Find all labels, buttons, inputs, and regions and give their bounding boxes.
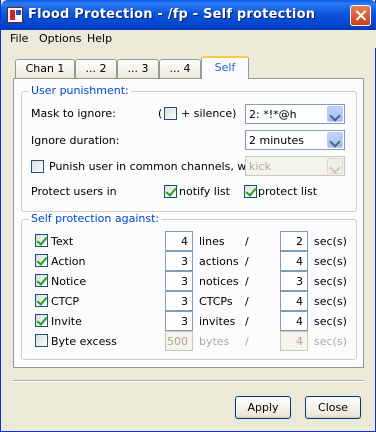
invite-checkbox[interactable]: [35, 314, 48, 327]
invite-unit: invites: [199, 315, 236, 328]
text-count-input[interactable]: 4: [165, 231, 193, 251]
byte-excess-checkbox[interactable]: [35, 334, 48, 347]
close-window-button[interactable]: [350, 5, 371, 26]
punish-select[interactable]: kick: [245, 156, 345, 176]
menu-file[interactable]: File: [10, 32, 28, 45]
tab-chan-2[interactable]: ... 2: [75, 59, 117, 79]
protect-users-label: Protect users in: [31, 185, 117, 198]
notice-secs-input[interactable]: 3: [280, 271, 308, 291]
invite-count-input[interactable]: 3: [165, 311, 193, 331]
protect-list-checkbox[interactable]: [244, 185, 257, 198]
action-unit: actions: [199, 255, 239, 268]
action-slash: /: [245, 255, 249, 268]
ctcp-count-input[interactable]: 3: [165, 291, 193, 311]
action-count-input[interactable]: 3: [165, 251, 193, 271]
title-bar[interactable]: Flood Protection - /fp - Self protection: [1, 0, 376, 30]
byte-excess-unit: bytes: [199, 335, 230, 348]
ctcp-label: CTCP: [51, 295, 80, 308]
tab-chan-3[interactable]: ... 3: [117, 59, 159, 79]
ctcp-slash: /: [245, 295, 249, 308]
protect-list-label: protect list: [258, 185, 318, 198]
byte-excess-sec-label: sec(s): [314, 335, 347, 348]
notice-sec-label: sec(s): [314, 275, 347, 288]
invite-secs-input[interactable]: 4: [280, 311, 308, 331]
text-secs-input[interactable]: 2: [280, 231, 308, 251]
notify-list-checkbox[interactable]: [164, 185, 177, 198]
notice-count-input[interactable]: 3: [165, 271, 193, 291]
app-icon: [7, 7, 23, 23]
text-checkbox[interactable]: [35, 234, 48, 247]
text-slash: /: [245, 235, 249, 248]
close-button[interactable]: Close: [305, 396, 361, 419]
menu-bar: File Options Help: [2, 30, 376, 48]
tab-chan-1[interactable]: Chan 1: [15, 59, 75, 79]
divider: [13, 380, 364, 382]
byte-excess-secs-input[interactable]: 4: [280, 331, 308, 351]
invite-sec-label: sec(s): [314, 315, 347, 328]
duration-label: Ignore duration:: [31, 134, 120, 147]
user-punishment-label: User punishment:: [29, 84, 131, 97]
silence-label: + silence): [181, 107, 237, 120]
ctcp-sec-label: sec(s): [314, 295, 347, 308]
ctcp-unit: CTCPs: [199, 295, 233, 308]
mask-select[interactable]: 2: *!*@h: [245, 104, 345, 124]
notice-label: Notice: [51, 275, 87, 288]
duration-value: 2 minutes: [249, 134, 305, 147]
menu-options[interactable]: Options: [39, 32, 81, 45]
text-unit: lines: [199, 235, 225, 248]
silence-checkbox[interactable]: [164, 107, 177, 120]
chevron-down-icon[interactable]: [327, 132, 343, 148]
invite-label: Invite: [51, 315, 82, 328]
notify-list-label: notify list: [179, 185, 230, 198]
menu-help[interactable]: Help: [87, 32, 112, 45]
chevron-down-icon[interactable]: [327, 106, 343, 122]
notice-unit: notices: [199, 275, 239, 288]
text-label: Text: [51, 235, 74, 248]
apply-button[interactable]: Apply: [235, 396, 291, 419]
action-checkbox[interactable]: [35, 254, 48, 267]
byte-excess-label: Byte excess: [51, 335, 117, 348]
user-punishment-group: User punishment: Mask to ignore: ( + sil…: [21, 84, 357, 212]
action-sec-label: sec(s): [314, 255, 347, 268]
silence-open-paren: (: [158, 107, 163, 120]
ctcp-checkbox[interactable]: [35, 294, 48, 307]
chevron-down-icon[interactable]: [327, 158, 343, 174]
invite-slash: /: [245, 315, 249, 328]
punish-label: Punish user in common channels, with: [49, 160, 261, 173]
tab-chan-4[interactable]: ... 4: [159, 59, 201, 79]
self-protection-group: Self protection against: Text 4 lines / …: [21, 212, 357, 360]
action-label: Action: [51, 255, 86, 268]
punish-value: kick: [249, 160, 271, 173]
byte-excess-slash: /: [245, 335, 249, 348]
window: Flood Protection - /fp - Self protection…: [0, 0, 376, 432]
byte-excess-count-input[interactable]: 500: [165, 331, 193, 351]
tab-panel-self: User punishment: Mask to ignore: ( + sil…: [13, 78, 364, 368]
action-secs-input[interactable]: 4: [280, 251, 308, 271]
duration-select[interactable]: 2 minutes: [245, 130, 345, 150]
notice-checkbox[interactable]: [35, 274, 48, 287]
mask-label: Mask to ignore:: [31, 107, 116, 120]
notice-slash: /: [245, 275, 249, 288]
tab-self[interactable]: Self: [201, 56, 249, 79]
text-sec-label: sec(s): [314, 235, 347, 248]
self-protection-label: Self protection against:: [29, 212, 162, 225]
ctcp-secs-input[interactable]: 4: [280, 291, 308, 311]
window-title: Flood Protection - /fp - Self protection: [28, 7, 316, 22]
mask-value: 2: *!*@h: [249, 108, 297, 121]
punish-checkbox[interactable]: [31, 160, 44, 173]
